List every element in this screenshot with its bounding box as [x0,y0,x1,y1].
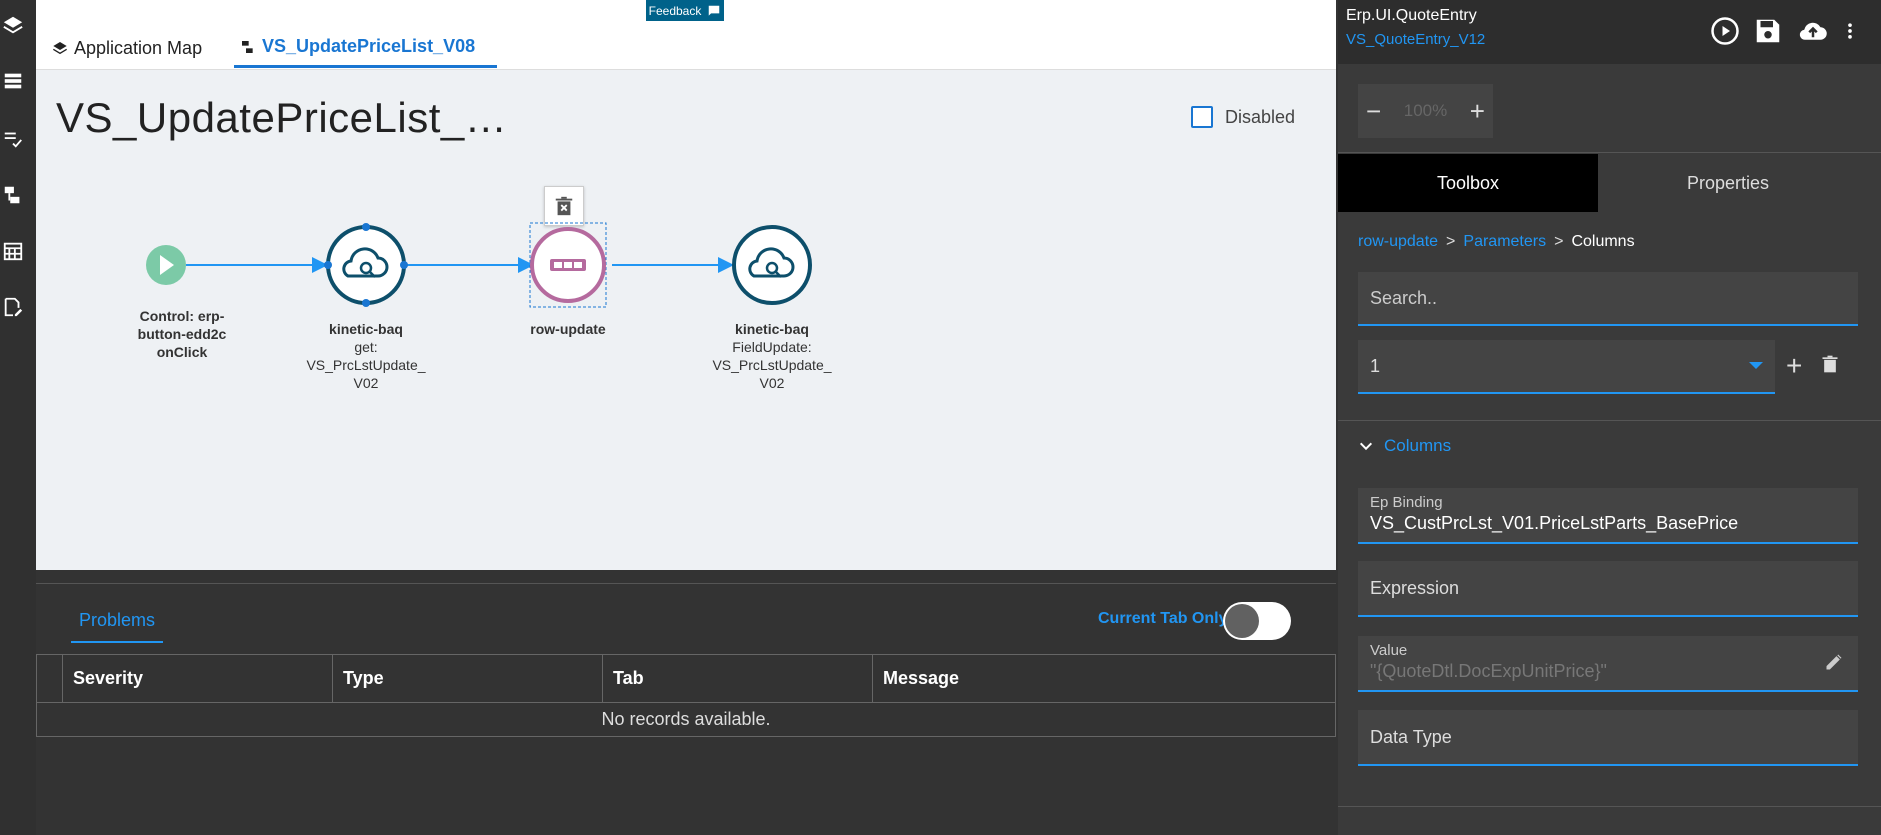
workflow-title: VS_UpdatePriceList_… [56,94,508,141]
pencil-icon [1826,654,1842,670]
edit-value-button[interactable] [1824,652,1844,677]
empty-message: No records available. [36,702,1336,737]
table-header-message[interactable]: Message [872,654,1336,703]
tab-problems[interactable]: Problems [71,606,164,643]
data-type-label: Data Type [1370,726,1452,747]
tab-toolbox[interactable]: Toolbox [1338,154,1598,212]
calendar-icon[interactable] [0,236,26,266]
zoom-control: − 100% + [1358,84,1493,138]
column-select[interactable]: 1 [1358,340,1775,394]
page-name-link[interactable]: VS_QuoteEntry_V12 [1346,31,1485,48]
node-kinetic-baq-fieldupdate-label: kinetic-baq FieldUpdate: VS_PrcLstUpdate_ V… [712,321,832,391]
toggle-knob [1225,604,1259,638]
ep-binding-value: VS_CustPrcLst_V01.PriceLstParts_BasePric… [1370,513,1739,533]
table-header-severity[interactable]: Severity [62,654,333,703]
row-icon [550,259,586,271]
panel-resize-handle[interactable] [676,578,702,581]
tab-bar: Feedback Application Map VS_UpdatePriceL… [36,0,1336,70]
breadcrumb-parameters[interactable]: Parameters [1463,233,1546,250]
node-row-update-label: row-update [530,321,606,337]
workflow-canvas[interactable]: VS_UpdatePriceList_… Disabled Control: e… [36,70,1336,581]
list-icon[interactable] [0,66,26,96]
node-kinetic-baq-get-label: kinetic-baq get: VS_PrcLstUpdate_ V02 [306,321,426,391]
column-select-value: 1 [1370,355,1381,376]
publish-button[interactable] [1796,14,1830,48]
play-circle-icon [1711,17,1739,45]
workflow-icon[interactable] [0,180,26,210]
current-tab-only-label: Current Tab Only [1098,610,1228,627]
tab-label: Application Map [74,37,203,58]
right-panel-header: Erp.UI.QuoteEntry VS_QuoteEntry_V12 [1338,0,1881,64]
layers-icon[interactable] [0,10,26,40]
run-button[interactable] [1708,14,1742,48]
breadcrumb-separator: > [1554,233,1564,250]
breadcrumb-row-update[interactable]: row-update [1358,233,1438,250]
node-kinetic-baq-fieldupdate[interactable] [732,225,812,305]
value-value: "{QuoteDtl.DocExpUnitPrice}" [1370,661,1607,681]
zoom-level: 100% [1403,101,1448,120]
cloud-upload-icon [1799,22,1827,40]
divider [1338,152,1881,153]
chevron-down-icon [1749,362,1763,369]
breadcrumb-columns: Columns [1571,233,1635,250]
save-icon [1756,19,1780,43]
problems-panel: Problems Current Tab Only Severity Type … [36,583,1336,835]
chevron-down-icon [1359,442,1373,451]
ep-binding-field[interactable]: Ep Binding VS_CustPrcLst_V01.PriceLstPar… [1358,488,1858,544]
add-column-button[interactable]: + [1786,350,1802,382]
table-header-row: Severity Type Tab Message [36,654,1336,703]
disabled-label: Disabled [1225,106,1296,127]
expression-field[interactable]: Expression [1358,561,1858,617]
trash-icon [1822,355,1838,373]
problems-table: Severity Type Tab Message No records ava… [36,654,1336,737]
search-input[interactable] [1358,272,1858,324]
breadcrumb: row-update > Parameters > Columns [1358,233,1635,251]
delete-column-button[interactable] [1820,354,1840,379]
breadcrumb-separator: > [1446,233,1456,250]
divider [1338,806,1881,807]
zoom-out-button[interactable]: − [1366,96,1381,127]
expression-label: Expression [1370,577,1460,598]
table-row: No records available. [36,702,1336,737]
tab-properties[interactable]: Properties [1598,154,1858,212]
zoom-in-button[interactable]: + [1470,96,1485,127]
divider [1338,420,1881,421]
node-start[interactable] [146,245,186,285]
checklist-icon[interactable] [0,124,26,154]
tab-workflow[interactable]: VS_UpdatePriceList_V08 [234,28,498,68]
app-name: Erp.UI.QuoteEntry [1346,7,1477,24]
disabled-checkbox[interactable]: Disabled [1191,106,1295,128]
value-field[interactable]: Value "{QuoteDtl.DocExpUnitPrice}" [1358,636,1858,692]
columns-section-title: Columns [1384,436,1452,455]
table-header-select [36,654,63,703]
feedback-button[interactable]: Feedback [646,0,724,21]
feedback-label: Feedback [648,3,702,18]
current-tab-only-toggle[interactable] [1223,602,1291,640]
edit-document-icon[interactable] [0,292,26,322]
search-field [1358,272,1858,326]
table-header-type[interactable]: Type [332,654,603,703]
columns-section-header[interactable]: Columns [1358,436,1451,456]
right-panel-tabs: Toolbox Properties [1338,154,1881,212]
data-type-field[interactable]: Data Type [1358,710,1858,766]
node-start-label: Control: erp-button-edd2c onClick [137,308,227,360]
workflow-icon [242,40,253,53]
tab-label: VS_UpdatePriceList_V08 [262,36,476,56]
app-root: Feedback Application Map VS_UpdatePriceL… [0,0,1881,835]
save-button[interactable] [1751,14,1785,48]
node-row-update[interactable] [529,222,607,308]
value-label: Value [1370,642,1408,659]
more-menu-button[interactable] [1840,14,1860,48]
right-panel: Erp.UI.QuoteEntry VS_QuoteEntry_V12 − 10… [1338,0,1881,835]
tab-application-map[interactable]: Application Map [52,28,202,68]
chat-icon [709,5,720,16]
left-rail [0,0,36,835]
layers-icon [52,42,68,55]
table-header-tab[interactable]: Tab [602,654,873,703]
checkbox-box[interactable] [1191,106,1213,128]
more-vert-icon [1848,23,1852,39]
ep-binding-label: Ep Binding [1370,494,1443,511]
node-kinetic-baq-get[interactable] [324,223,408,307]
